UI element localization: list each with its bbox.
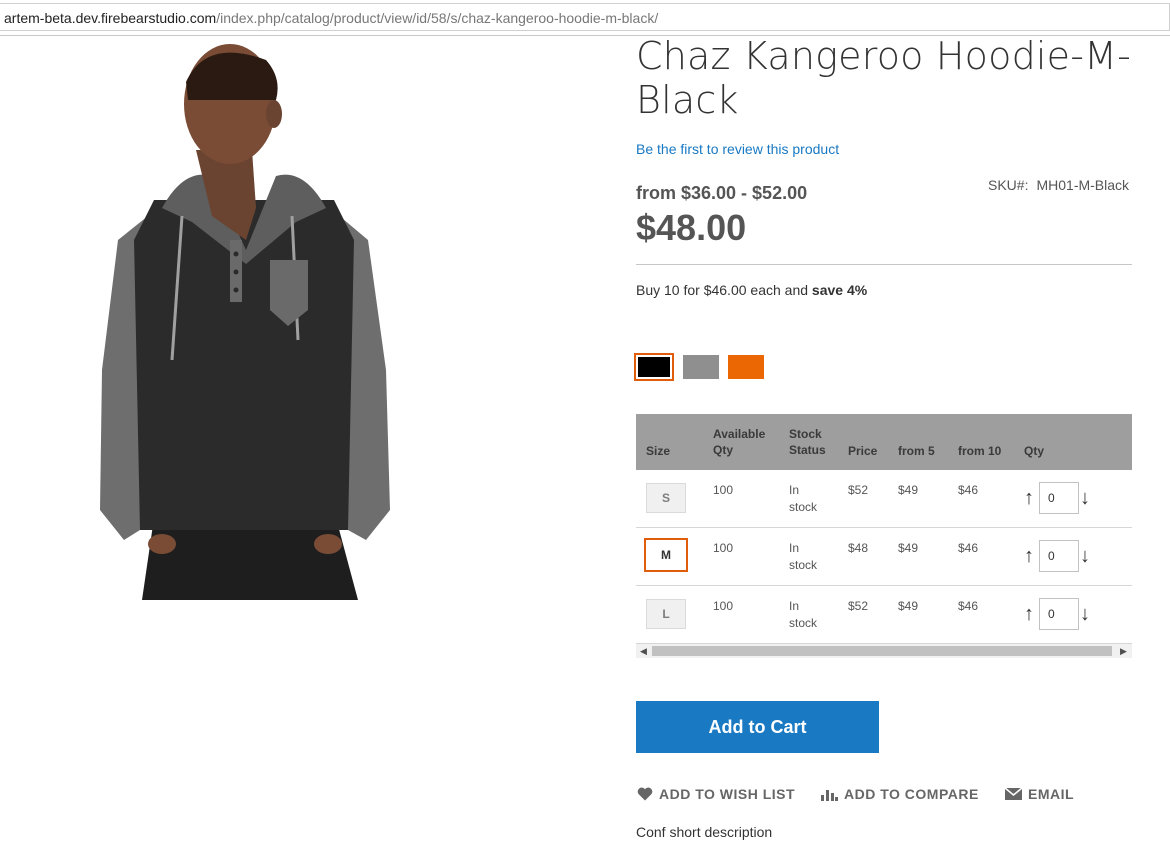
qty-increase-icon[interactable]: ↑ [1024, 544, 1034, 568]
row-price: $48 [848, 541, 869, 555]
qty-stepper: ↑ ↓ [1024, 598, 1094, 630]
compare-label: ADD TO COMPARE [844, 786, 979, 802]
size-button-s[interactable]: S [646, 483, 686, 513]
qty-stepper: ↑ ↓ [1024, 482, 1094, 514]
tier-save: save 4% [811, 282, 868, 298]
heart-icon [637, 787, 653, 801]
product-image [100, 44, 390, 600]
url-path: /index.php/catalog/product/view/id/58/s/… [216, 10, 659, 26]
swatch-orange[interactable] [728, 355, 764, 379]
row-price-from5: $49 [898, 483, 919, 497]
row-price: $52 [848, 483, 869, 497]
price-divider [636, 264, 1132, 265]
available-qty: 100 [713, 599, 734, 613]
row-price-from10: $46 [958, 541, 979, 555]
swatch-gray[interactable] [683, 355, 719, 379]
product-title: Chaz Kangeroo Hoodie-M-Black [636, 34, 1132, 122]
compare-bars-icon [821, 790, 838, 801]
qty-input[interactable] [1039, 482, 1079, 514]
row-price-from5: $49 [898, 599, 919, 613]
header-from10: from 10 [958, 444, 1002, 458]
qty-decrease-icon[interactable]: ↓ [1080, 602, 1090, 626]
qty-stepper: ↑ ↓ [1024, 540, 1094, 572]
row-price-from5: $49 [898, 541, 919, 555]
tier-price-note: Buy 10 for $46.00 each and save 4% [636, 282, 867, 298]
url-field[interactable]: artem-beta.dev.firebearstudio.com/index.… [0, 3, 1170, 31]
scroll-left-icon[interactable]: ◀ [640, 644, 647, 658]
url-host: artem-beta.dev.firebearstudio.com [4, 10, 217, 26]
envelope-icon [1005, 788, 1022, 800]
header-qty: Qty [1024, 444, 1045, 458]
product-price: $48.00 [636, 207, 747, 248]
review-link[interactable]: Be the first to review this product [636, 141, 839, 157]
header-available-qty: Available Qty [713, 427, 766, 457]
sku-value: MH01-M-Black [1036, 177, 1130, 193]
horizontal-scrollbar[interactable]: ◀ ▶ [636, 644, 1132, 658]
qty-input[interactable] [1039, 540, 1079, 572]
size-button-l[interactable]: L [646, 599, 686, 629]
browser-address-bar: artem-beta.dev.firebearstudio.com/index.… [0, 0, 1170, 36]
table-row: S 100 In stock $52 $49 $46 ↑ ↓ [636, 470, 1132, 528]
sku: SKU#: MH01-M-Black [988, 177, 1129, 193]
sku-label: SKU#: [988, 177, 1029, 193]
add-to-compare-link[interactable]: ADD TO COMPARE [821, 784, 979, 804]
row-price-from10: $46 [958, 599, 979, 613]
table-row: L 100 In stock $52 $49 $46 ↑ ↓ [636, 586, 1132, 644]
wishlist-label: ADD TO WISH LIST [659, 786, 796, 802]
email-link[interactable]: EMAIL [1005, 784, 1074, 804]
header-size: Size [646, 444, 671, 458]
scroll-right-icon[interactable]: ▶ [1120, 644, 1127, 658]
configurable-matrix-table: Size Available Qty Stock Status Price fr… [636, 414, 1132, 660]
header-stock-status: Stock Status [789, 427, 826, 457]
qty-increase-icon[interactable]: ↑ [1024, 602, 1034, 626]
size-button-m[interactable]: M [644, 538, 688, 572]
qty-input[interactable] [1039, 598, 1079, 630]
stock-status: In stock [789, 541, 818, 572]
header-from5: from 5 [898, 444, 935, 458]
row-price: $52 [848, 599, 869, 613]
available-qty: 100 [713, 541, 734, 555]
qty-increase-icon[interactable]: ↑ [1024, 486, 1034, 510]
email-label: EMAIL [1028, 786, 1075, 802]
scrollbar-thumb[interactable] [652, 646, 1112, 656]
price-range: from $36.00 - $52.00 [636, 183, 808, 203]
header-price: Price [848, 444, 878, 458]
row-price-from10: $46 [958, 483, 979, 497]
qty-decrease-icon[interactable]: ↓ [1080, 486, 1090, 510]
available-qty: 100 [713, 483, 734, 497]
short-description: Conf short description [636, 824, 773, 840]
tier-text: Buy 10 for $46.00 each and [636, 282, 812, 298]
qty-decrease-icon[interactable]: ↓ [1080, 544, 1090, 568]
swatch-black[interactable] [634, 353, 674, 381]
stock-status: In stock [789, 483, 818, 514]
add-to-cart-button[interactable]: Add to Cart [636, 701, 879, 753]
table-row: M 100 In stock $48 $49 $46 ↑ ↓ [636, 528, 1132, 586]
matrix-header: Size Available Qty Stock Status Price fr… [636, 414, 1132, 470]
add-to-wishlist-link[interactable]: ADD TO WISH LIST [637, 784, 795, 804]
stock-status: In stock [789, 599, 818, 630]
